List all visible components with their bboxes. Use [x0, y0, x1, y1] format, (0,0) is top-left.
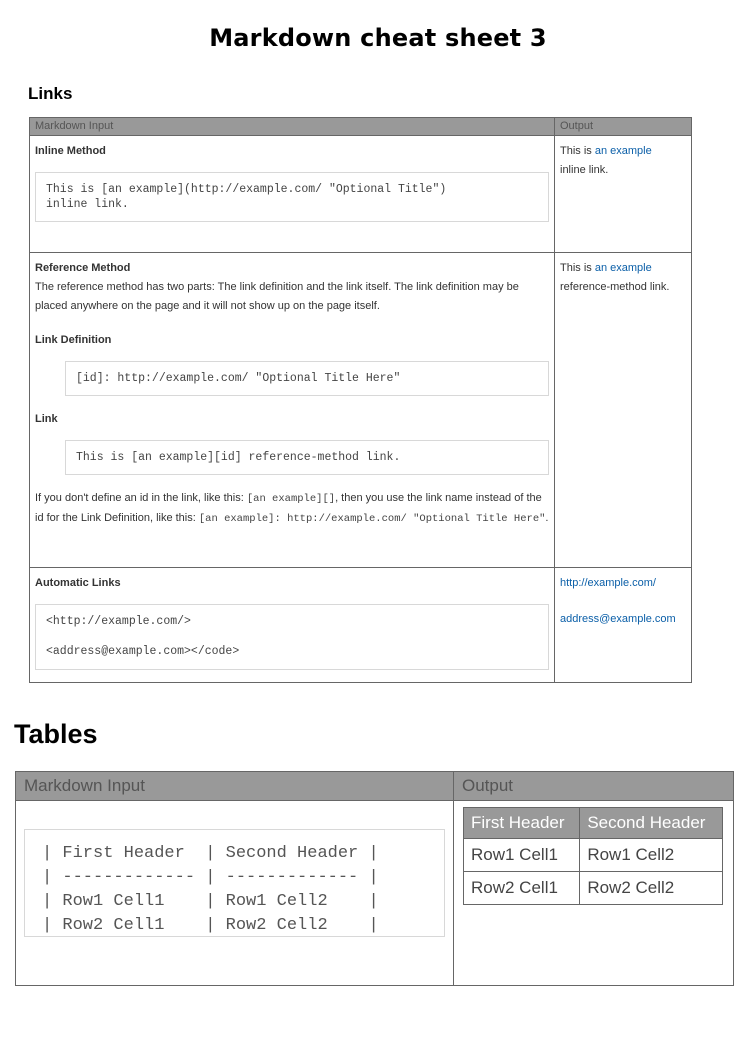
tables-row: | First Header | Second Header | | ------… — [15, 800, 734, 986]
table-cell: Row1 Cell1 — [462, 838, 581, 872]
links-section-title: Links — [28, 84, 73, 103]
markdown-input-header: Markdown Input — [15, 771, 454, 801]
reference-method-input: Reference Method The reference method ha… — [29, 252, 555, 568]
table-row: Row2 Cell1 Row2 Cell2 — [462, 871, 723, 905]
rendered-header-row: First Header Second Header — [462, 807, 723, 839]
page-title: Markdown cheat sheet 3 — [209, 24, 547, 52]
rendered-header-cell: Second Header — [579, 807, 723, 839]
output-text: This is — [560, 262, 595, 274]
inline-method-input: Inline Method This is [an example](http:… — [29, 135, 555, 253]
reference-method-output: This is an example reference-method link… — [554, 252, 692, 568]
table-row: Row1 Cell1 Row1 Cell2 — [462, 838, 723, 872]
output-header: Output — [554, 117, 692, 136]
rendered-header-cell: First Header — [462, 807, 581, 839]
note-code: [an example][] — [246, 493, 336, 505]
note-text: If you don't define an id in the link, l… — [35, 492, 247, 504]
auto-code-line: <address@example.com></code> — [46, 645, 240, 658]
tables-section-title: Tables — [14, 719, 98, 749]
output-text: This is — [560, 145, 595, 157]
output-text: reference-method link. — [560, 281, 670, 293]
tables-output: First Header Second Header Row1 Cell1 Ro… — [453, 800, 734, 986]
links-table: Markdown Input Output Inline Method This… — [29, 117, 692, 683]
automatic-links-title: Automatic Links — [35, 577, 121, 589]
inline-method-row: Inline Method This is [an example](http:… — [29, 135, 692, 253]
example-url-link[interactable]: http://example.com/ — [560, 574, 686, 593]
automatic-links-output: http://example.com/ address@example.com — [554, 567, 692, 683]
links-table-header: Markdown Input Output — [29, 117, 692, 136]
auto-code-line: <http://example.com/> — [46, 615, 191, 628]
code-line: | Row1 Cell1 | Row1 Cell2 | — [42, 892, 379, 911]
link-code: This is [an example][id] reference-metho… — [65, 440, 549, 475]
example-email-link[interactable]: address@example.com — [560, 610, 686, 629]
rendered-table: First Header Second Header Row1 Cell1 Ro… — [462, 807, 723, 905]
inline-method-output: This is an example inline link. — [554, 135, 692, 253]
inline-method-title: Inline Method — [35, 145, 106, 157]
automatic-links-input: Automatic Links <http://example.com/> <ad… — [29, 567, 555, 683]
table-cell: Row2 Cell1 — [462, 871, 581, 905]
code-line: | ------------- | ------------- | — [42, 868, 379, 887]
automatic-links-code: <http://example.com/> <address@example.co… — [35, 604, 549, 670]
inline-method-code: This is [an example](http://example.com/… — [35, 172, 549, 222]
code-line: | Row2 Cell1 | Row2 Cell2 | — [42, 916, 379, 935]
reference-example-link[interactable]: an example — [595, 262, 652, 274]
reference-method-description: The reference method has two parts: The … — [35, 281, 519, 312]
reference-method-row: Reference Method The reference method ha… — [29, 252, 692, 568]
inline-example-link[interactable]: an example — [595, 145, 652, 157]
output-text: inline link. — [560, 164, 609, 176]
inline-code-line: inline link. — [46, 198, 129, 211]
table-markdown-code: | First Header | Second Header | | ------… — [24, 829, 445, 937]
note-text: . — [545, 512, 549, 524]
tables-table-header: Markdown Input Output — [15, 771, 734, 801]
code-line: | First Header | Second Header | — [42, 844, 379, 863]
reference-note: If you don't define an id in the link, l… — [35, 489, 549, 529]
table-cell: Row2 Cell2 — [579, 871, 723, 905]
automatic-links-row: Automatic Links <http://example.com/> <ad… — [29, 567, 692, 683]
tables-markdown-input: | First Header | Second Header | | ------… — [15, 800, 454, 986]
markdown-input-header: Markdown Input — [29, 117, 555, 136]
output-header: Output — [453, 771, 734, 801]
link-definition-code: [id]: http://example.com/ "Optional Titl… — [65, 361, 549, 396]
note-code: [an example]: http://example.com/ "Optio… — [198, 513, 546, 525]
table-cell: Row1 Cell2 — [579, 838, 723, 872]
inline-code-line: This is [an example](http://example.com/… — [46, 183, 447, 196]
link-definition-title: Link Definition — [35, 334, 112, 346]
link-title: Link — [35, 413, 58, 425]
tables-table: Markdown Input Output | First Header | S… — [15, 771, 734, 986]
reference-method-title: Reference Method — [35, 262, 131, 274]
